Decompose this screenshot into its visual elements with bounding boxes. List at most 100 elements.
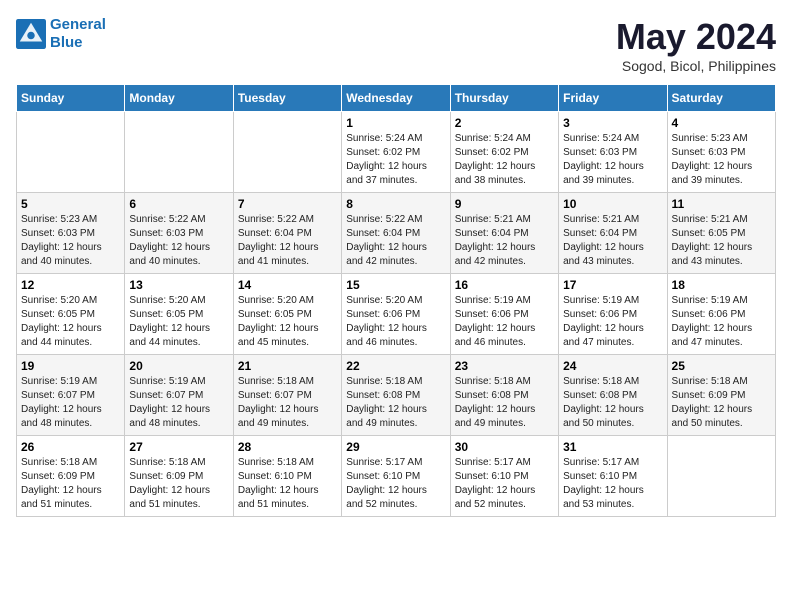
calendar-cell: 24Sunrise: 5:18 AM Sunset: 6:08 PM Dayli…	[559, 355, 667, 436]
day-info: Sunrise: 5:24 AM Sunset: 6:03 PM Dayligh…	[563, 132, 662, 188]
day-info: Sunrise: 5:22 AM Sunset: 6:03 PM Dayligh…	[129, 213, 228, 269]
day-info: Sunrise: 5:21 AM Sunset: 6:04 PM Dayligh…	[455, 213, 554, 269]
day-info: Sunrise: 5:22 AM Sunset: 6:04 PM Dayligh…	[346, 213, 445, 269]
day-number: 14	[238, 278, 337, 292]
day-number: 5	[21, 197, 120, 211]
calendar-cell: 25 Sunrise: 5:18 AM Sunset: 6:09 PM Dayli…	[667, 355, 775, 436]
day-number: 23	[455, 359, 554, 373]
day-info: Sunrise: 5:21 AM Sunset: 6:04 PM Dayligh…	[563, 213, 662, 269]
calendar-cell: 19 Sunrise: 5:19 AM Sunset: 6:07 PM Dayli…	[17, 355, 125, 436]
logo-text: General Blue	[50, 16, 106, 52]
logo-icon	[16, 19, 46, 49]
day-info: Sunrise: 5:24 AM Sunset: 6:02 PM Dayligh…	[346, 132, 445, 188]
day-info: Sunrise: 5:17 AM Sunset: 6:10 PM Dayligh…	[563, 456, 662, 512]
calendar-cell: 18 Sunrise: 5:19 AM Sunset: 6:06 PM Dayli…	[667, 274, 775, 355]
weekday-header-tuesday: Tuesday	[233, 85, 341, 112]
weekday-header-saturday: Saturday	[667, 85, 775, 112]
calendar: SundayMondayTuesdayWednesdayThursdayFrid…	[16, 84, 776, 517]
calendar-cell: 29 Sunrise: 5:17 AM Sunset: 6:10 PM Dayli…	[342, 436, 450, 517]
day-number: 4	[672, 116, 771, 130]
logo: General Blue	[16, 16, 106, 52]
day-number: 24	[563, 359, 662, 373]
day-number: 28	[238, 440, 337, 454]
day-info: Sunrise: 5:19 AM Sunset: 6:06 PM Dayligh…	[455, 294, 554, 350]
calendar-cell: 23 Sunrise: 5:18 AM Sunset: 6:08 PM Dayli…	[450, 355, 558, 436]
calendar-cell: 3 Sunrise: 5:24 AM Sunset: 6:03 PM Daylig…	[559, 112, 667, 193]
day-number: 27	[129, 440, 228, 454]
calendar-cell: 20Sunrise: 5:19 AM Sunset: 6:07 PM Dayli…	[125, 355, 233, 436]
logo-line1: General	[50, 16, 106, 33]
day-info: Sunrise: 5:20 AM Sunset: 6:06 PM Dayligh…	[346, 294, 445, 350]
calendar-cell: 6 Sunrise: 5:22 AM Sunset: 6:03 PM Daylig…	[125, 193, 233, 274]
day-info: Sunrise: 5:18 AM Sunset: 6:09 PM Dayligh…	[672, 375, 771, 431]
calendar-cell: 9 Sunrise: 5:21 AM Sunset: 6:04 PM Daylig…	[450, 193, 558, 274]
calendar-cell: 4 Sunrise: 5:23 AM Sunset: 6:03 PM Daylig…	[667, 112, 775, 193]
calendar-cell	[667, 436, 775, 517]
weekday-header-thursday: Thursday	[450, 85, 558, 112]
day-info: Sunrise: 5:17 AM Sunset: 6:10 PM Dayligh…	[346, 456, 445, 512]
day-info: Sunrise: 5:20 AM Sunset: 6:05 PM Dayligh…	[129, 294, 228, 350]
logo-line2: Blue	[50, 34, 83, 51]
day-number: 11	[672, 197, 771, 211]
day-number: 6	[129, 197, 228, 211]
calendar-cell: 21 Sunrise: 5:18 AM Sunset: 6:07 PM Dayli…	[233, 355, 341, 436]
day-number: 21	[238, 359, 337, 373]
day-number: 18	[672, 278, 771, 292]
calendar-cell: 22Sunrise: 5:18 AM Sunset: 6:08 PM Dayli…	[342, 355, 450, 436]
day-info: Sunrise: 5:18 AM Sunset: 6:09 PM Dayligh…	[21, 456, 120, 512]
day-number: 13	[129, 278, 228, 292]
calendar-cell: 10 Sunrise: 5:21 AM Sunset: 6:04 PM Dayli…	[559, 193, 667, 274]
calendar-cell: 15 Sunrise: 5:20 AM Sunset: 6:06 PM Dayli…	[342, 274, 450, 355]
day-info: Sunrise: 5:19 AM Sunset: 6:07 PM Dayligh…	[21, 375, 120, 431]
calendar-cell: 17Sunrise: 5:19 AM Sunset: 6:06 PM Dayli…	[559, 274, 667, 355]
calendar-cell: 14Sunrise: 5:20 AM Sunset: 6:05 PM Dayli…	[233, 274, 341, 355]
weekday-header-monday: Monday	[125, 85, 233, 112]
weekday-header-sunday: Sunday	[17, 85, 125, 112]
day-number: 31	[563, 440, 662, 454]
day-info: Sunrise: 5:18 AM Sunset: 6:09 PM Dayligh…	[129, 456, 228, 512]
day-number: 29	[346, 440, 445, 454]
day-number: 25	[672, 359, 771, 373]
day-info: Sunrise: 5:18 AM Sunset: 6:08 PM Dayligh…	[455, 375, 554, 431]
day-info: Sunrise: 5:18 AM Sunset: 6:10 PM Dayligh…	[238, 456, 337, 512]
calendar-cell	[17, 112, 125, 193]
day-info: Sunrise: 5:19 AM Sunset: 6:06 PM Dayligh…	[672, 294, 771, 350]
day-number: 15	[346, 278, 445, 292]
calendar-cell	[233, 112, 341, 193]
weekday-header-friday: Friday	[559, 85, 667, 112]
day-number: 9	[455, 197, 554, 211]
calendar-cell: 13 Sunrise: 5:20 AM Sunset: 6:05 PM Dayli…	[125, 274, 233, 355]
calendar-cell: 1 Sunrise: 5:24 AM Sunset: 6:02 PM Daylig…	[342, 112, 450, 193]
calendar-cell: 28 Sunrise: 5:18 AM Sunset: 6:10 PM Dayli…	[233, 436, 341, 517]
calendar-cell: 5Sunrise: 5:23 AM Sunset: 6:03 PM Daylig…	[17, 193, 125, 274]
day-number: 1	[346, 116, 445, 130]
calendar-cell: 11 Sunrise: 5:21 AM Sunset: 6:05 PM Dayli…	[667, 193, 775, 274]
calendar-cell	[125, 112, 233, 193]
day-info: Sunrise: 5:17 AM Sunset: 6:10 PM Dayligh…	[455, 456, 554, 512]
day-info: Sunrise: 5:23 AM Sunset: 6:03 PM Dayligh…	[672, 132, 771, 188]
day-number: 16	[455, 278, 554, 292]
day-number: 2	[455, 116, 554, 130]
calendar-cell: 7Sunrise: 5:22 AM Sunset: 6:04 PM Daylig…	[233, 193, 341, 274]
day-number: 19	[21, 359, 120, 373]
day-number: 8	[346, 197, 445, 211]
location: Sogod, Bicol, Philippines	[616, 58, 776, 74]
day-number: 17	[563, 278, 662, 292]
day-number: 10	[563, 197, 662, 211]
calendar-cell: 31 Sunrise: 5:17 AM Sunset: 6:10 PM Dayli…	[559, 436, 667, 517]
month-title: May 2024	[616, 16, 776, 58]
title-area: May 2024 Sogod, Bicol, Philippines	[616, 16, 776, 74]
day-info: Sunrise: 5:18 AM Sunset: 6:07 PM Dayligh…	[238, 375, 337, 431]
day-number: 30	[455, 440, 554, 454]
day-info: Sunrise: 5:19 AM Sunset: 6:07 PM Dayligh…	[129, 375, 228, 431]
day-info: Sunrise: 5:20 AM Sunset: 6:05 PM Dayligh…	[21, 294, 120, 350]
calendar-cell: 26Sunrise: 5:18 AM Sunset: 6:09 PM Dayli…	[17, 436, 125, 517]
day-info: Sunrise: 5:21 AM Sunset: 6:05 PM Dayligh…	[672, 213, 771, 269]
day-number: 3	[563, 116, 662, 130]
day-number: 22	[346, 359, 445, 373]
calendar-cell: 16 Sunrise: 5:19 AM Sunset: 6:06 PM Dayli…	[450, 274, 558, 355]
calendar-cell: 30 Sunrise: 5:17 AM Sunset: 6:10 PM Dayli…	[450, 436, 558, 517]
day-number: 7	[238, 197, 337, 211]
weekday-header-wednesday: Wednesday	[342, 85, 450, 112]
calendar-cell: 12Sunrise: 5:20 AM Sunset: 6:05 PM Dayli…	[17, 274, 125, 355]
